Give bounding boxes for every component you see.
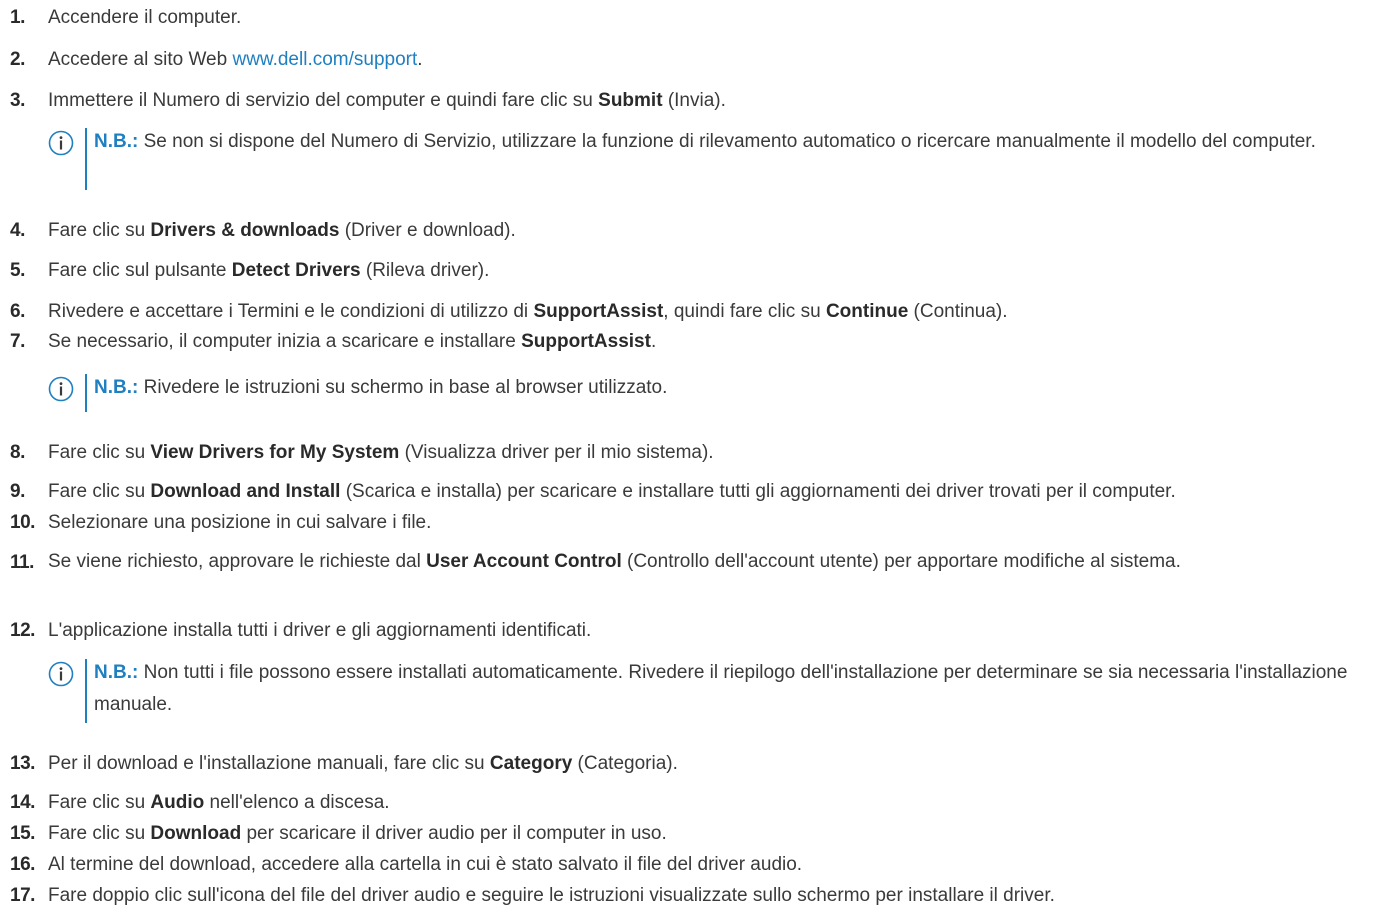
step-number: 8.: [10, 442, 25, 463]
info-circle-icon: [48, 661, 74, 687]
submit-term: Submit: [598, 90, 663, 111]
note-service-tag: N.B.: Se non si dispone del Numero di Se…: [48, 126, 1398, 192]
step-number: 11.: [10, 552, 34, 573]
step-number: 9.: [10, 481, 25, 502]
step-text: Fare clic su Download and Install (Scari…: [48, 481, 1176, 502]
step-text: Per il download e l'installazione manual…: [48, 753, 678, 774]
note-manual-install: N.B.: Non tutti i file possono essere in…: [48, 657, 1398, 723]
step-number: 3.: [10, 90, 25, 111]
step-number: 16.: [10, 854, 35, 875]
note-label: N.B.:: [94, 662, 139, 683]
note-text: N.B.: Se non si dispone del Numero di Se…: [94, 131, 1316, 152]
step-number: 4.: [10, 220, 25, 241]
step-number: 17.: [10, 885, 35, 906]
step-text: Fare clic su Download per scaricare il d…: [48, 823, 667, 844]
step-text: Se necessario, il computer inizia a scar…: [48, 331, 657, 352]
step-text: Rivedere e accettare i Termini e le cond…: [48, 301, 1008, 322]
step-number: 15.: [10, 823, 35, 844]
step-number: 5.: [10, 260, 25, 281]
note-label: N.B.:: [94, 131, 139, 152]
note-bar: [85, 374, 87, 412]
step-number: 1.: [10, 7, 25, 28]
note-browser: N.B.: Rivedere le istruzioni su schermo …: [48, 372, 1398, 412]
info-circle-icon: [48, 376, 74, 402]
step-number: 10.: [10, 512, 35, 533]
note-bar: [85, 128, 87, 190]
step-number: 12.: [10, 620, 35, 641]
step-text: Fare clic su View Drivers for My System …: [48, 442, 714, 463]
step-number: 6.: [10, 301, 25, 322]
step-number: 2.: [10, 49, 25, 70]
step-text: Se viene richiesto, approvare le richies…: [48, 551, 1181, 572]
step-number: 13.: [10, 753, 35, 774]
note-label: N.B.:: [94, 377, 139, 398]
step-text: Fare clic su Drivers & downloads (Driver…: [48, 220, 516, 241]
step-text: Fare clic su Audio nell'elenco a discesa…: [48, 792, 390, 813]
step-text: Al termine del download, accedere alla c…: [48, 854, 803, 875]
step-text: Selezionare una posizione in cui salvare…: [48, 512, 432, 533]
dell-support-link[interactable]: www.dell.com/support: [232, 49, 417, 70]
step-number: 14.: [10, 792, 35, 813]
info-circle-icon: [48, 130, 74, 156]
note-text: N.B.: Rivedere le istruzioni su schermo …: [94, 377, 668, 398]
step-text: Fare clic sul pulsante Detect Drivers (R…: [48, 260, 490, 281]
note-text: N.B.: Non tutti i file possono essere in…: [94, 662, 1348, 715]
step-number: 7.: [10, 331, 25, 352]
step-text: Immettere il Numero di servizio del comp…: [48, 90, 726, 111]
step-text: Accendere il computer.: [48, 7, 242, 28]
step-text: L'applicazione installa tutti i driver e…: [48, 620, 592, 641]
step-text: Fare doppio clic sull'icona del file del…: [48, 885, 1055, 906]
step-text: Accedere al sito Web www.dell.com/suppor…: [48, 49, 423, 70]
note-bar: [85, 659, 87, 723]
